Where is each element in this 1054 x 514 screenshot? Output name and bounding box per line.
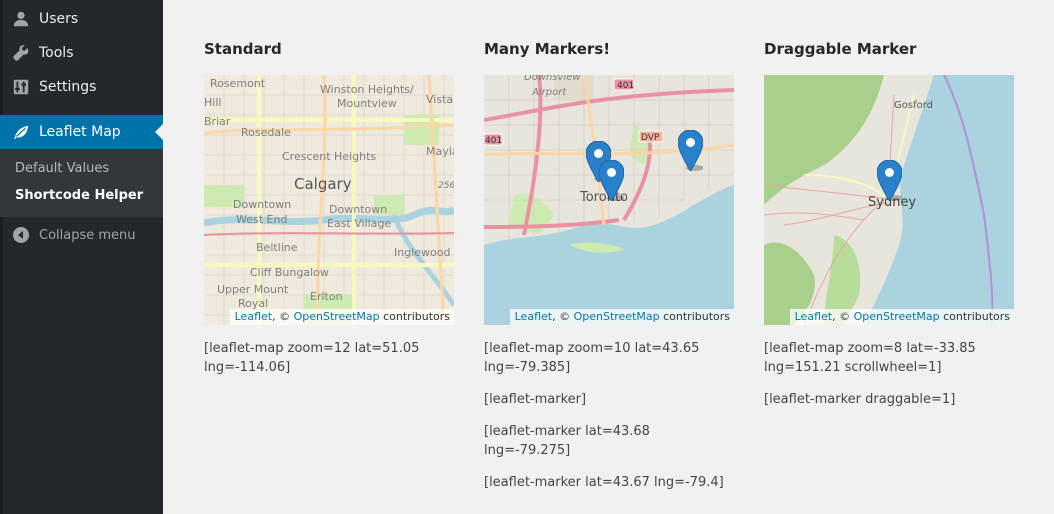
map-tiles: Rosemont Winston Heights/ Mountview Vist… (204, 75, 454, 325)
admin-sidebar: Users Tools Settings Leaflet Map Default… (0, 0, 163, 514)
leaflet-link[interactable]: Leaflet (515, 310, 552, 323)
shortcode-text: [leaflet-marker lat=43.68 lng=-79.275] (484, 424, 650, 458)
submenu-item-shortcode-helper[interactable]: Shortcode Helper (15, 188, 143, 203)
sidebar-item-settings[interactable]: Settings (0, 70, 163, 104)
map-label: Vista (426, 93, 453, 106)
osm-link[interactable]: OpenStreetMap (854, 310, 940, 323)
map-label: Downtown (329, 203, 387, 216)
map-label: Gosford (894, 100, 933, 111)
leaf-icon (0, 123, 39, 141)
map-title-draggable: Draggable Marker (764, 40, 917, 58)
map-attribution: Leaflet, © OpenStreetMap contributors (789, 309, 1014, 325)
map-marker-pin[interactable] (876, 159, 903, 202)
map-title-many-markers: Many Markers! (484, 40, 611, 58)
map-label: Cliff Bungalow (250, 266, 329, 279)
shortcode-text: [leaflet-marker lat=43.67 lng=-79.4] (484, 475, 724, 490)
map-draggable[interactable]: Gosford Sydney Leaflet, © OpenStreetMap … (764, 75, 1014, 325)
map-marker-pin[interactable] (677, 129, 704, 172)
map-label: 256 (438, 181, 454, 191)
shortcode-text: [leaflet-map zoom=12 lat=51.05 lng=-114.… (204, 341, 420, 375)
collapse-menu-label: Collapse menu (39, 227, 136, 243)
map-label: East Village (327, 217, 391, 230)
shortcode-text: [leaflet-marker] (484, 392, 587, 407)
shortcode-list: [leaflet-map zoom=12 lat=51.05 lng=-114.… (204, 339, 454, 390)
shortcode-list: [leaflet-map zoom=10 lat=43.65 lng=-79.3… (484, 339, 734, 505)
sidebar-item-label: Tools (39, 45, 74, 61)
map-label: Briar (204, 115, 231, 128)
sidebar-item-users[interactable]: Users (0, 2, 163, 36)
map-column-standard: Standard Rosemont Winston Heights/ Mount… (204, 38, 454, 375)
road-shield: 401 (485, 136, 502, 146)
shortcode-text: [leaflet-marker draggable=1] (764, 392, 956, 407)
leaflet-link[interactable]: Leaflet (235, 310, 272, 323)
submenu-item-default-values[interactable]: Default Values (15, 161, 109, 176)
map-label: Mountview (337, 97, 397, 110)
wrench-icon (0, 44, 39, 62)
settings-sliders-icon (0, 78, 39, 96)
map-column-many-markers: Many Markers! Downsview Airport 401 401 … (484, 38, 734, 490)
map-marker-pin[interactable] (598, 159, 625, 202)
map-label: Downsview (524, 75, 581, 83)
sidebar-item-label: Users (39, 11, 79, 27)
map-label: Rosemont (210, 77, 266, 90)
map-label: Rosedale (241, 126, 291, 139)
map-label: Hill (204, 96, 221, 109)
map-label: Mayla (426, 145, 454, 158)
map-attribution: Leaflet, © OpenStreetMap contributors (229, 309, 454, 325)
shortcode-text: [leaflet-map zoom=8 lat=-33.85 lng=151.2… (764, 341, 976, 375)
map-city-label: Calgary (294, 175, 352, 193)
map-label: Erlton (310, 290, 343, 303)
map-label: Crescent Heights (282, 150, 376, 163)
map-title-standard: Standard (204, 40, 282, 58)
map-column-draggable: Draggable Marker Gosford Sydney Leaflet,… (764, 38, 1014, 407)
map-label: Airport (531, 87, 567, 98)
map-label: Downtown (233, 198, 291, 211)
map-label: Beltline (256, 241, 298, 254)
users-icon (0, 10, 39, 28)
road-shield: 401 (617, 81, 634, 91)
collapse-arrow-icon (0, 227, 39, 243)
map-label: Upper Mount (217, 283, 289, 296)
osm-link[interactable]: OpenStreetMap (294, 310, 380, 323)
shortcode-list: [leaflet-map zoom=8 lat=-33.85 lng=151.2… (764, 339, 1014, 422)
map-label: Winston Heights/ (320, 83, 414, 96)
leaflet-submenu: Default Values Shortcode Helper (0, 149, 163, 217)
sidebar-item-label: Settings (39, 79, 97, 95)
sidebar-item-leaflet-map[interactable]: Leaflet Map (0, 115, 163, 149)
map-attribution: Leaflet, © OpenStreetMap contributors (509, 309, 734, 325)
map-label: Inglewood (394, 246, 450, 259)
map-many-markers[interactable]: Downsview Airport 401 401 DVP Toronto Le… (484, 75, 734, 325)
road-shield: DVP (641, 133, 660, 143)
map-standard[interactable]: Rosemont Winston Heights/ Mountview Vist… (204, 75, 454, 325)
shortcode-text: [leaflet-map zoom=10 lat=43.65 lng=-79.3… (484, 341, 700, 375)
osm-link[interactable]: OpenStreetMap (574, 310, 660, 323)
collapse-menu-button[interactable]: Collapse menu (0, 218, 163, 252)
leaflet-link[interactable]: Leaflet (795, 310, 832, 323)
map-label: West End (236, 213, 287, 226)
sidebar-item-label: Leaflet Map (39, 124, 121, 140)
sidebar-item-tools[interactable]: Tools (0, 36, 163, 70)
